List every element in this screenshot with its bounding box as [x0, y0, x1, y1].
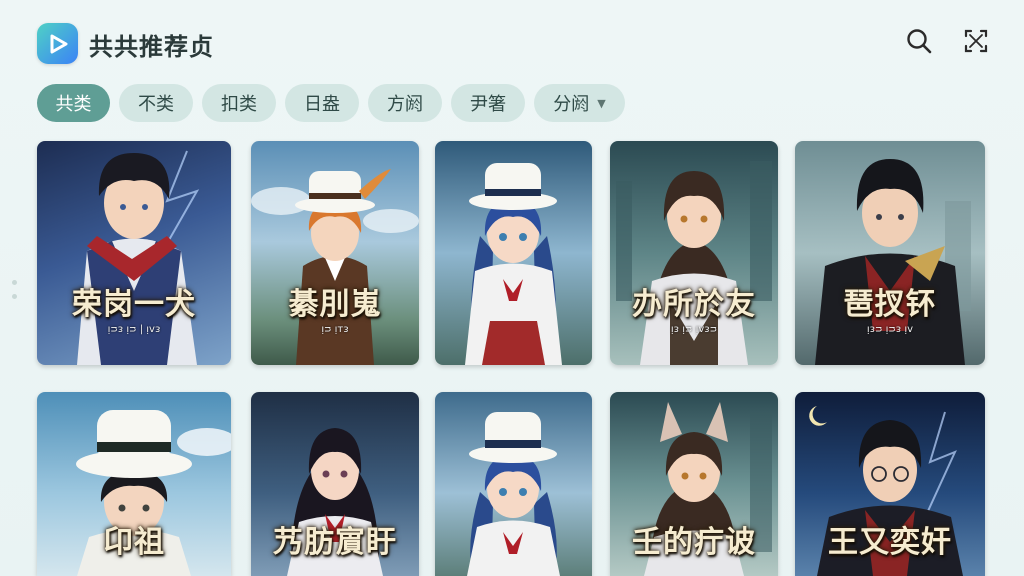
tab-label: 方阏 [387, 94, 423, 115]
card-subtitle: ᴉᴝᴈ ᴉᴝ | ᴉᴠᴈ [107, 324, 161, 335]
recommendation-card[interactable] [435, 141, 592, 365]
card-title: 壬的疔诐 [632, 525, 756, 560]
recommendation-card[interactable] [435, 392, 592, 576]
card-title: 艿肪賔盱 [273, 525, 397, 560]
card-subtitle: ᴉᴈ ᴉᴝ ᴉᴠᴈᴝ [670, 324, 718, 335]
category-tabs: 共类 不类 扣类 日盎 方阏 尹箸 分阏 ▼ [37, 84, 625, 122]
chevron-down-icon: ▼ [597, 96, 606, 110]
card-title: 琶扠钚 [843, 287, 937, 322]
recommendation-card[interactable]: 王又奕奸 [795, 392, 985, 576]
side-indicator-dot [12, 280, 17, 285]
scan-button[interactable] [961, 26, 991, 56]
search-button[interactable] [904, 26, 934, 56]
tab-chip-4[interactable]: 方阏 [368, 84, 442, 122]
tab-chip-0[interactable]: 共类 [37, 84, 110, 122]
side-indicator-dot [12, 294, 17, 299]
recommendation-card[interactable]: 艿肪賔盱 [251, 392, 419, 576]
recommendation-card[interactable]: 壬的疔诐 [610, 392, 778, 576]
tab-label: 日盎 [304, 94, 340, 115]
tab-label: 尹箸 [470, 94, 506, 115]
tab-chip-3[interactable]: 日盎 [285, 84, 359, 122]
card-title: 办所於友 [632, 287, 756, 322]
card-artwork [467, 412, 560, 576]
recommendation-card[interactable]: 荣岗一犬 ᴉᴝᴈ ᴉᴝ | ᴉᴠᴈ [37, 141, 231, 365]
card-title: 荣岗一犬 [72, 287, 196, 322]
recommendation-card[interactable]: 琶扠钚 ᴉᴈᴝ ᴉᴝᴈ ᴉᴠ [795, 141, 985, 365]
card-title: 卬祖 [103, 525, 165, 560]
tab-label: 不类 [138, 94, 174, 115]
card-subtitle: ᴉᴝ ᴉᴛᴈ [321, 324, 349, 335]
card-title: 王又奕奸 [828, 525, 952, 560]
tab-chip-6-dropdown[interactable]: 分阏 ▼ [534, 84, 625, 122]
tab-label: 扣类 [221, 94, 257, 115]
tab-chip-2[interactable]: 扣类 [202, 84, 276, 122]
recommendation-card[interactable]: 綦刖嵬 ᴉᴝ ᴉᴛᴈ [251, 141, 419, 365]
recommendation-card[interactable]: 卬祖 [37, 392, 231, 576]
card-artwork [465, 163, 562, 365]
play-icon [50, 34, 67, 53]
tab-label: 分阏 [553, 94, 590, 115]
app-header: 共共推荐贞 [0, 0, 1024, 84]
card-title: 綦刖嵬 [288, 287, 382, 322]
card-subtitle: ᴉᴈᴝ ᴉᴝᴈ ᴉᴠ [866, 324, 914, 335]
scan-icon [964, 29, 988, 53]
tab-label: 共类 [55, 94, 92, 115]
app-logo-icon[interactable] [37, 23, 78, 64]
page-title: 共共推荐贞 [89, 33, 214, 61]
tab-chip-1[interactable]: 不类 [119, 84, 193, 122]
search-icon [907, 29, 932, 54]
tab-chip-5[interactable]: 尹箸 [451, 84, 525, 122]
recommendation-card[interactable]: 办所於友 ᴉᴈ ᴉᴝ ᴉᴠᴈᴝ [610, 141, 778, 365]
